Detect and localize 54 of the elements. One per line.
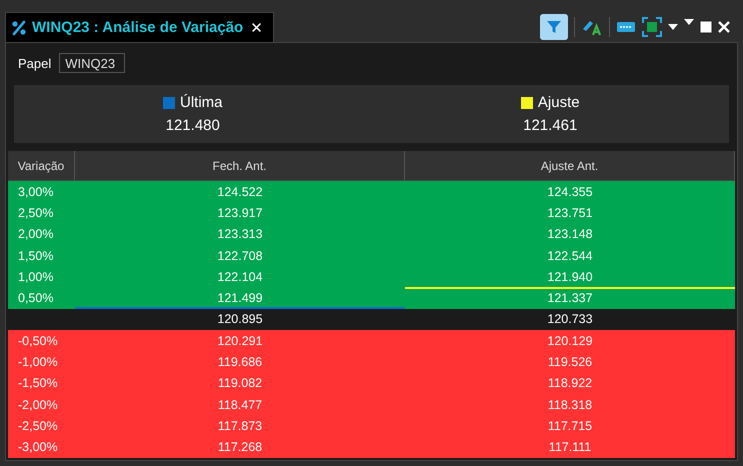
table-cell: 124.355 — [405, 181, 735, 202]
legend-label: Última — [180, 94, 222, 111]
table-cell: 121.940 — [405, 266, 735, 288]
table-cell: -2,50% — [8, 415, 75, 437]
table-cell: 1,00% — [8, 266, 75, 288]
table-cell: 120.129 — [405, 330, 735, 352]
select-frame-icon[interactable] — [642, 17, 662, 37]
table-cell: 1,50% — [8, 244, 75, 266]
percent-icon — [11, 20, 27, 36]
table-cell: 0,50% — [8, 287, 75, 309]
table-cell: -0,50% — [8, 330, 75, 352]
table-cell: 117.268 — [75, 436, 405, 458]
tab-title: WINQ23 : Análise de Variação — [32, 19, 244, 36]
table-cell: -1,50% — [8, 372, 75, 394]
table-cell: 122.708 — [75, 244, 405, 266]
table-cell: 118.922 — [405, 372, 735, 394]
close-tab-button[interactable]: ✕ — [248, 18, 265, 36]
table-cell: 123.313 — [75, 224, 405, 245]
table-cell: 123.917 — [75, 202, 405, 224]
legend-label: Ajuste — [538, 94, 580, 111]
maximize-icon[interactable] — [700, 21, 712, 33]
table-cell: -1,00% — [8, 351, 75, 373]
table-cell: -3,00% — [8, 436, 75, 458]
table-cell: 117.873 — [75, 415, 405, 437]
close-icon[interactable] — [718, 21, 730, 33]
price-value: 121.461 — [523, 117, 578, 134]
table-cell: 119.686 — [75, 351, 405, 373]
table-cell: 117.715 — [405, 415, 735, 437]
table-cell: 122.544 — [405, 244, 735, 266]
table-cell: 120.291 — [75, 330, 405, 352]
price-value: 121.480 — [166, 117, 220, 134]
table-cell: 124.522 — [75, 181, 405, 202]
papel-field[interactable]: WINQ23 — [59, 53, 126, 73]
filter-button[interactable] — [540, 14, 568, 40]
table-cell: 2,00% — [8, 224, 75, 245]
papel-label: Papel — [18, 56, 52, 70]
column-header[interactable]: Ajuste Ant. — [405, 151, 735, 181]
table-cell: 121.499 — [75, 287, 405, 309]
keyboard-icon[interactable] — [616, 21, 636, 33]
table-cell: 118.477 — [75, 394, 405, 416]
table-cell: 119.526 — [405, 351, 735, 373]
column-header[interactable]: Fech. Ant. — [75, 151, 405, 181]
table-cell: 119.082 — [75, 372, 405, 394]
table-cell: -2,00% — [8, 394, 75, 416]
table-cell: 118.318 — [405, 394, 735, 416]
table-cell: 121.337 — [405, 287, 735, 309]
document-tab[interactable]: WINQ23 : Análise de Variação ✕ — [5, 12, 274, 42]
table-cell: 123.148 — [405, 224, 735, 245]
table-cell: 3,00% — [8, 181, 75, 202]
table-cell: 2,50% — [8, 202, 75, 224]
table-cell: 122.104 — [75, 266, 405, 288]
column-header[interactable]: Variação — [8, 151, 75, 181]
table-cell: 123.751 — [405, 202, 735, 224]
table-cell: 117.111 — [405, 436, 735, 458]
